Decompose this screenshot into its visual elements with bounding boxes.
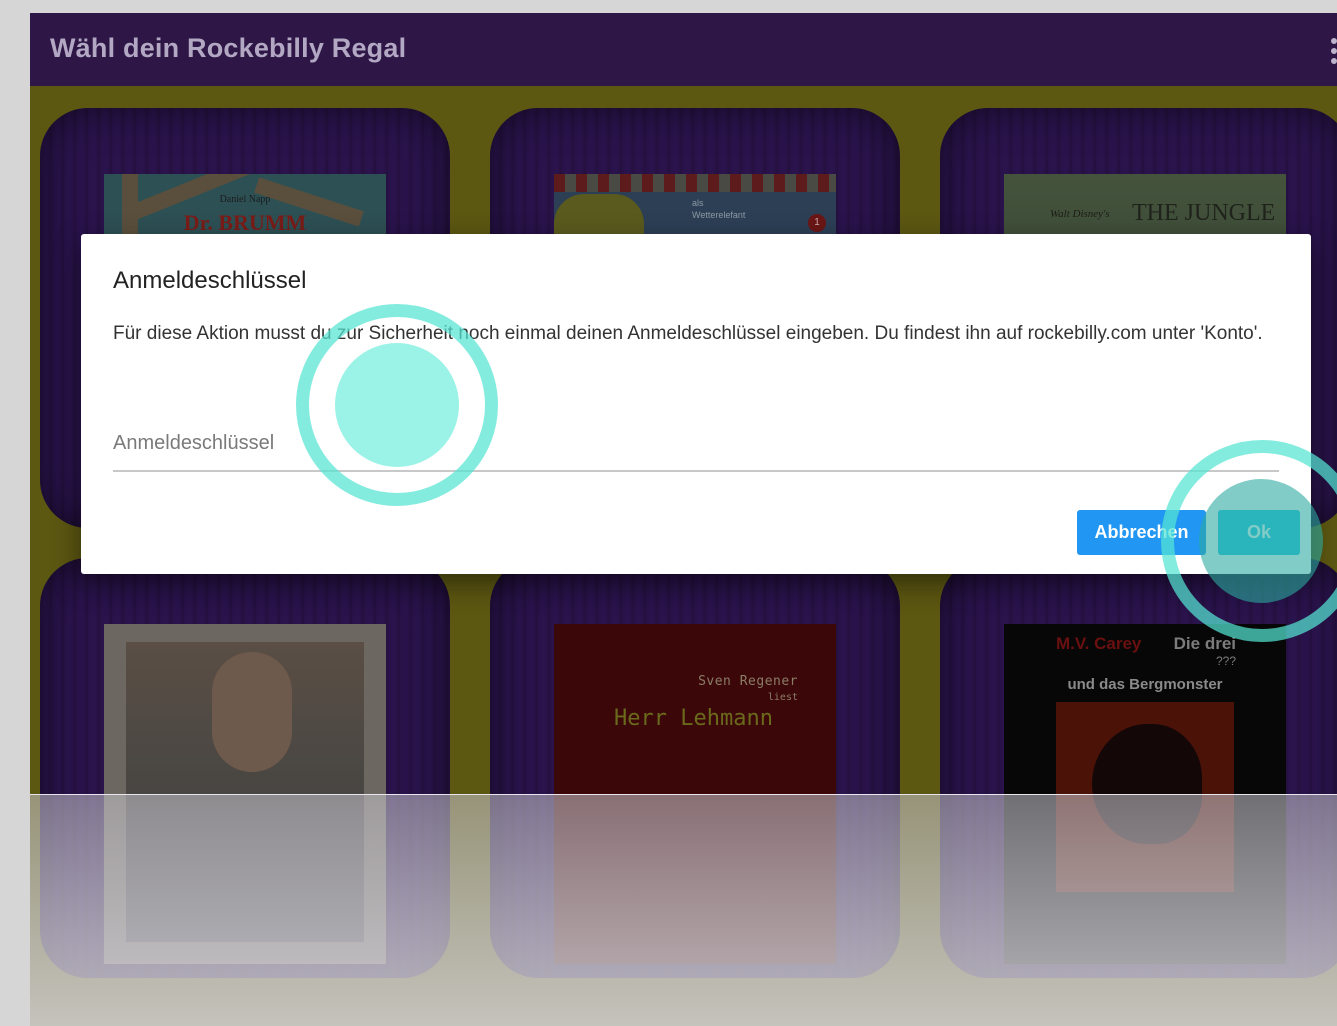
login-key-dialog: Anmeldeschlüssel Für diese Aktion musst … bbox=[81, 234, 1311, 574]
login-key-input[interactable] bbox=[113, 406, 1279, 472]
cancel-button[interactable]: Abbrechen bbox=[1077, 510, 1206, 555]
ok-button[interactable]: Ok bbox=[1218, 510, 1300, 555]
dialog-title: Anmeldeschlüssel bbox=[113, 267, 307, 294]
dialog-message: Für diese Aktion musst du zur Sicherheit… bbox=[113, 323, 1263, 344]
